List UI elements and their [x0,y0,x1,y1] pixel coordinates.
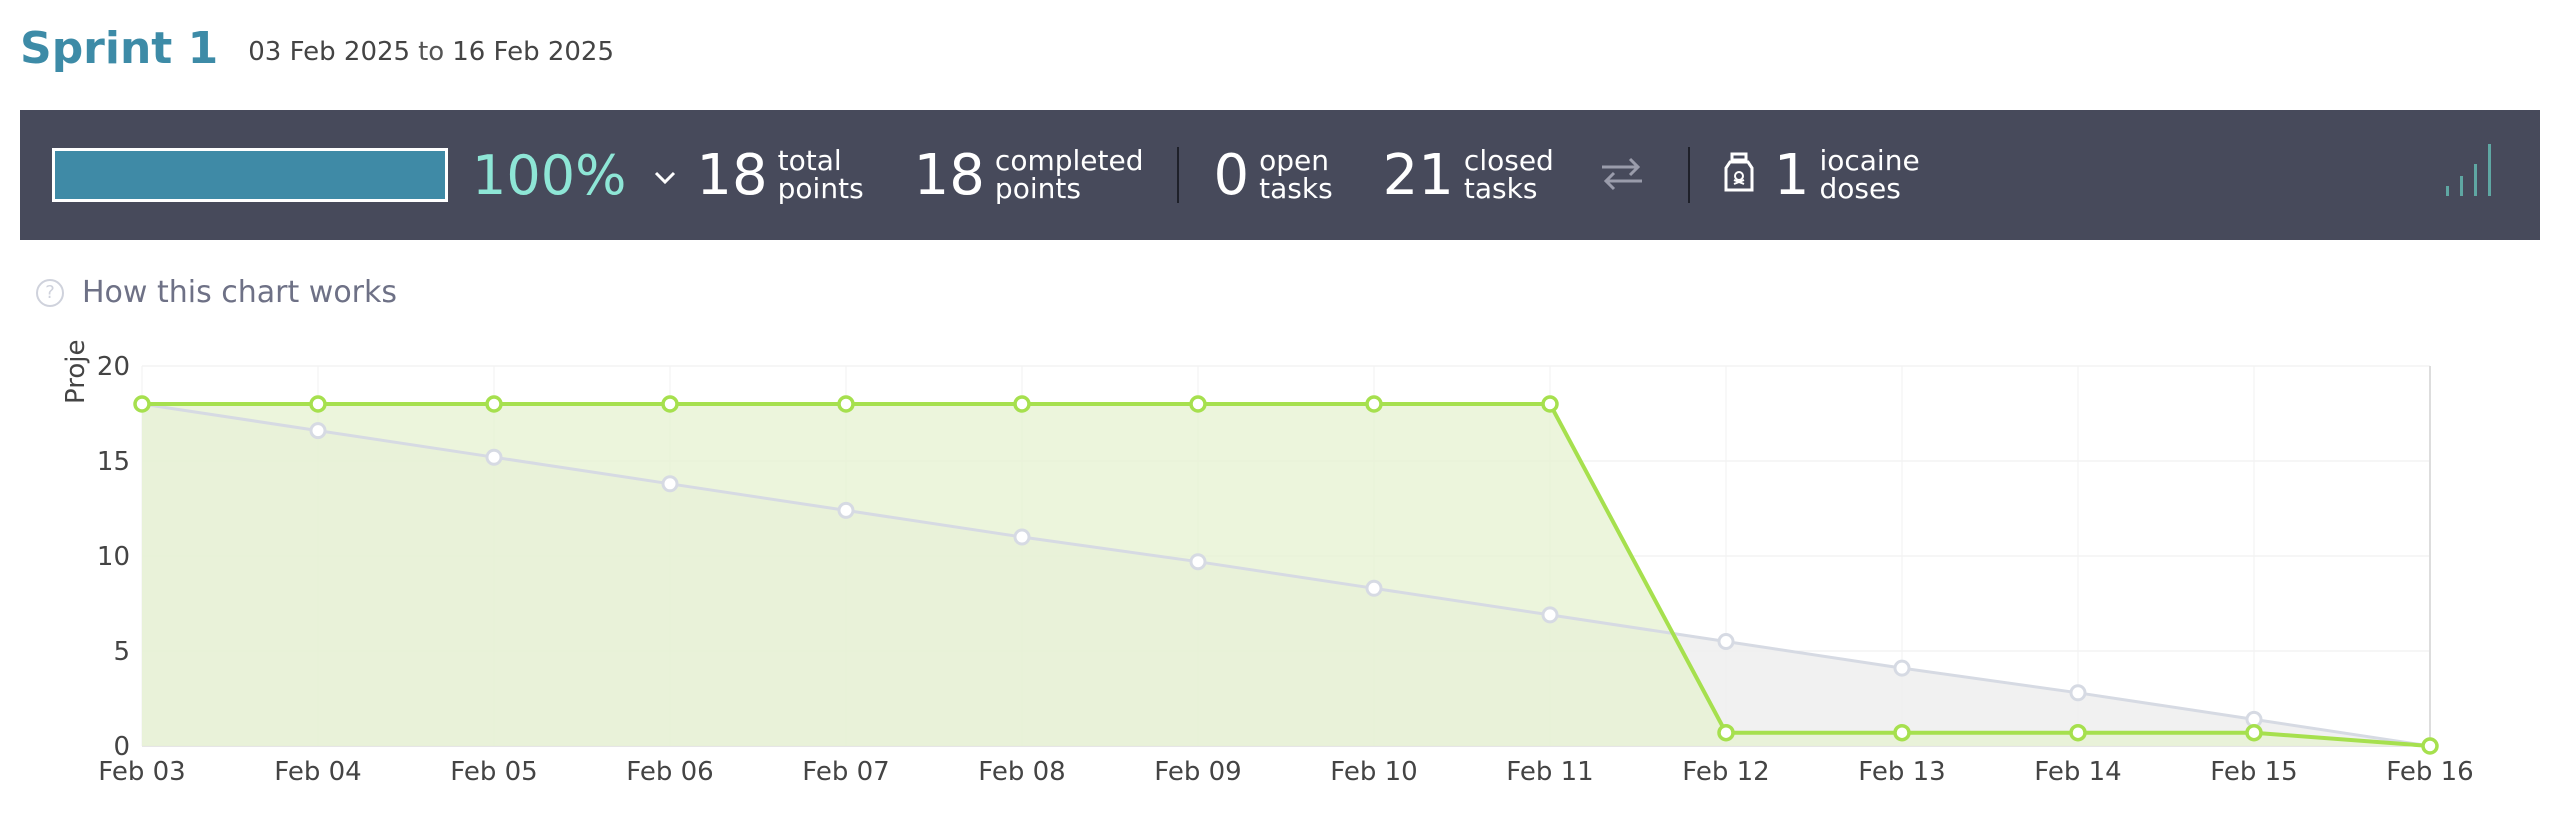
x-tick-label: Feb 04 [274,757,361,787]
ideal-point [2069,684,2087,702]
real-point [1189,395,1207,413]
sprint-summary-bar: 100% 18 total points 18 completed points… [20,110,2540,240]
ideal-point [1717,633,1735,650]
progress-bar [52,148,448,202]
open-tasks-value: 0 [1213,142,1250,208]
question-circle-icon: ? [36,278,64,307]
x-tick-label: Feb 03 [98,757,185,787]
x-tick-label: Feb 12 [1682,757,1769,787]
real-point [837,395,855,413]
x-tick-label: Feb 16 [2386,757,2473,787]
total-points-label-line2: points [777,172,864,205]
x-tick-label: Feb 10 [1330,757,1417,787]
sprint-title: Sprint 1 [20,22,219,74]
real-point [1365,395,1383,413]
ideal-point [1893,659,1911,677]
real-point [1013,395,1031,413]
x-tick-label: Feb 09 [1154,757,1241,787]
iocaine-label: iocaine doses [1819,147,1919,203]
summary-divider [1177,147,1180,203]
completed-points-stat: 18 completed points [914,143,1144,208]
iocaine-stat[interactable]: 1 iocaine doses [1724,143,1920,208]
ideal-point [1541,606,1559,624]
progress-percent: 100% [472,143,627,207]
x-tick-label: Feb 07 [802,757,889,787]
iocaine-value: 1 [1773,142,1810,208]
real-point [309,395,327,413]
real-point [485,395,503,413]
closed-tasks-label: closed tasks [1464,147,1554,203]
sprint-end-date: 16 Feb 2025 [452,37,615,67]
closed-tasks-stat: 21 closed tasks [1383,143,1554,208]
sprint-start-date: 03 Feb 2025 [248,37,411,67]
sprint-header: Sprint 1 03 Feb 2025 to 16 Feb 2025 [20,18,614,78]
summary-divider-2 [1687,147,1690,203]
how-chart-works-link[interactable]: ? How this chart works [36,275,397,310]
closed-tasks-value: 21 [1382,142,1454,208]
real-point [1893,723,1911,742]
ideal-point [1189,553,1207,571]
total-points-stat: 18 total points [696,143,863,208]
iocaine-label-line2: doses [1819,172,1901,205]
ideal-point [661,475,679,493]
completed-points-value: 18 [913,142,985,208]
completed-points-label-line2: points [994,172,1081,205]
y-tick-label: 5 [113,637,130,667]
real-point [2069,723,2087,742]
y-axis-label: Proje [61,340,91,404]
total-points-label: total points [778,147,864,203]
x-tick-label: Feb 05 [450,757,537,787]
x-tick-label: Feb 13 [1858,757,1945,787]
closed-tasks-label-line2: tasks [1463,172,1538,205]
x-tick-label: Feb 15 [2210,757,2297,787]
open-tasks-label-line2: tasks [1259,172,1333,205]
y-tick-label: 20 [97,352,130,382]
x-tick-label: Feb 11 [1506,757,1593,787]
ideal-point [1013,528,1031,546]
y-tick-label: 15 [97,447,130,477]
x-tick-label: Feb 06 [626,757,713,787]
how-chart-works-label: How this chart works [82,275,398,310]
sprint-dates: 03 Feb 2025 to 16 Feb 2025 [248,29,614,67]
x-tick-label: Feb 14 [2034,757,2121,787]
sprint-dates-to: to [418,37,445,67]
open-tasks-label: open tasks [1259,147,1333,203]
ideal-point [485,448,503,466]
iocaine-jar-icon [1724,152,1754,198]
burndown-chart: 05101520Feb 03 Feb 04 Feb 05 Feb 06 Feb 07 Fe… [61,340,2474,787]
ideal-point [309,422,327,440]
total-points-value: 18 [696,142,768,208]
real-point [2421,737,2439,755]
real-point [661,395,679,413]
real-point [1541,395,1559,413]
bar-chart-icon[interactable] [2444,142,2500,202]
x-tick-label: Feb 08 [978,757,1065,787]
real-point [2245,723,2263,742]
open-tasks-stat: 0 open tasks [1213,143,1332,208]
real-point [133,395,151,413]
swap-arrows-icon[interactable] [1600,155,1644,195]
completed-points-label: completed points [995,147,1144,203]
ideal-point [1365,579,1383,597]
y-tick-label: 10 [97,542,130,572]
chevron-down-icon[interactable] [654,158,676,193]
real-point [1717,723,1735,742]
ideal-point [837,501,855,519]
